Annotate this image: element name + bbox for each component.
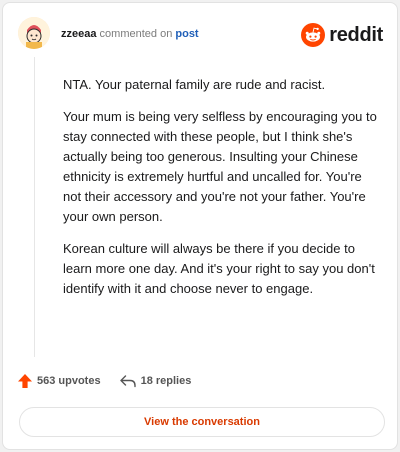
reply-arrow-icon [119,375,136,388]
view-conversation-label: View the conversation [144,416,260,428]
comment-actions: 563 upvotes 18 replies [17,369,191,393]
replies-button[interactable]: 18 replies [119,373,192,389]
replies-count: 18 replies [140,375,192,387]
reddit-snoo-icon [301,23,326,47]
reddit-wordmark: reddit [329,23,383,46]
view-conversation-button[interactable]: View the conversation [19,407,385,437]
comment-paragraph: NTA. Your paternal family are rude and r… [63,77,326,92]
upvotes-button[interactable]: 563 upvotes [17,373,101,389]
comment-body: NTA. Your paternal family are rude and r… [63,75,383,311]
reddit-brand[interactable]: reddit [301,22,383,48]
comment-meta: zzeeaa commented on post [61,27,199,41]
comment-paragraph: Korean culture will always be there if y… [63,241,375,296]
thread-line [34,57,35,357]
commented-on-text: commented on [99,28,173,40]
avatar[interactable] [18,17,50,49]
avatar-icon [18,17,50,49]
upvotes-count: 563 upvotes [37,375,101,387]
comment-paragraph: Your mum is being very selfless by encou… [63,109,377,224]
username-link[interactable]: zzeeaa [61,28,96,40]
comment-header: zzeeaa commented on post reddit [3,3,397,67]
upvote-arrow-icon [18,374,32,388]
comment-embed-card: zzeeaa commented on post reddit NTA. You… [2,2,398,450]
post-link[interactable]: post [175,28,198,40]
